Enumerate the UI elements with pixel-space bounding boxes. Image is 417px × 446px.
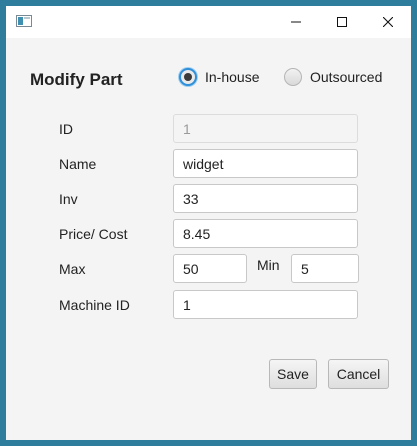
maximize-button[interactable] — [319, 6, 365, 38]
name-field[interactable] — [173, 149, 358, 178]
min-field[interactable] — [291, 254, 359, 283]
app-window-icon — [16, 15, 32, 27]
radio-selected-indicator[interactable] — [179, 68, 197, 86]
save-button[interactable]: Save — [269, 359, 317, 389]
id-field — [173, 114, 358, 143]
minimize-button[interactable] — [273, 6, 319, 38]
close-icon — [383, 17, 393, 27]
machine-id-label: Machine ID — [59, 297, 130, 313]
max-field[interactable] — [173, 254, 247, 283]
cancel-button[interactable]: Cancel — [328, 359, 389, 389]
modify-part-window: Modify Part In-house Outsourced ID Name … — [6, 6, 411, 440]
min-label: Min — [257, 257, 280, 273]
radio-outsourced-label: Outsourced — [310, 69, 383, 85]
name-label: Name — [59, 156, 97, 172]
close-button[interactable] — [365, 6, 411, 38]
price-cost-label: Price/ Cost — [59, 226, 128, 242]
maximize-icon — [337, 17, 347, 27]
max-label: Max — [59, 261, 86, 277]
radio-in-house[interactable]: In-house — [179, 68, 259, 86]
minimize-icon — [291, 21, 301, 23]
title-bar — [6, 6, 411, 38]
page-title: Modify Part — [30, 70, 123, 89]
radio-outsourced[interactable]: Outsourced — [284, 68, 382, 86]
inv-field[interactable] — [173, 184, 358, 213]
inv-label: Inv — [59, 191, 78, 207]
machine-id-field[interactable] — [173, 290, 358, 319]
id-label: ID — [59, 121, 73, 137]
price-cost-field[interactable] — [173, 219, 358, 248]
radio-in-house-label: In-house — [205, 69, 260, 85]
radio-unselected-indicator[interactable] — [284, 68, 302, 86]
